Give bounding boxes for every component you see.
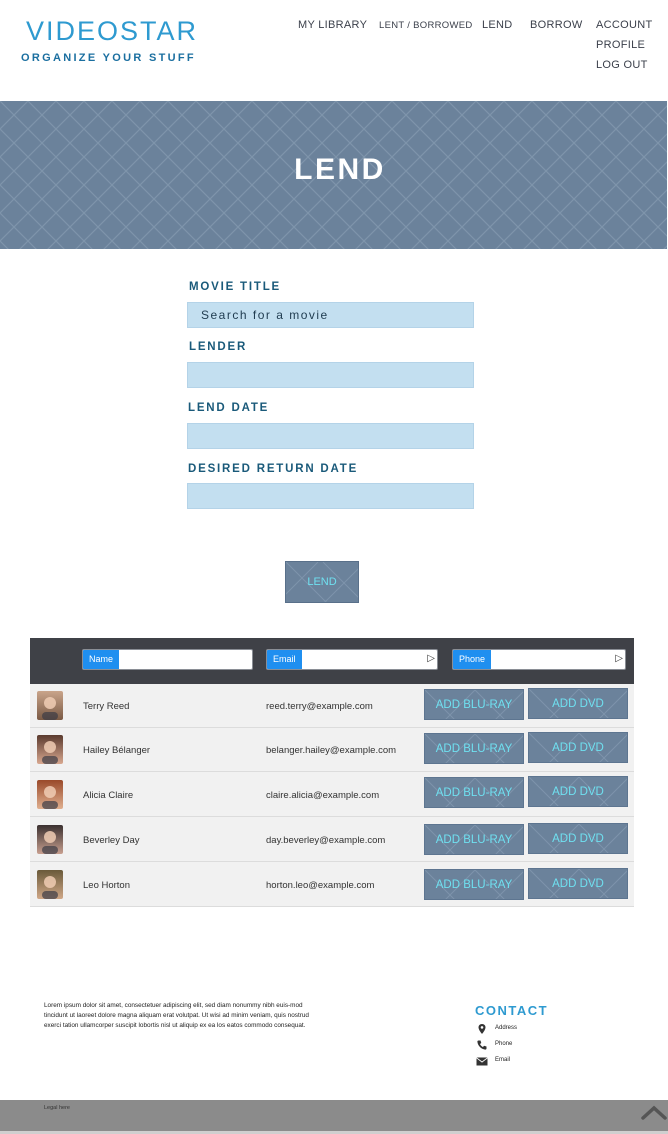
- phone-filter[interactable]: Phone ▷: [452, 649, 626, 670]
- add-dvd-label: ADD DVD: [552, 785, 604, 798]
- add-dvd-button[interactable]: ADD DVD: [528, 688, 628, 719]
- hero-banner: LEND: [0, 101, 667, 249]
- add-blu-ray-label: ADD BLU-RAY: [435, 742, 513, 755]
- add-blu-ray-label: ADD BLU-RAY: [435, 878, 513, 891]
- footer-bar: [0, 1100, 668, 1134]
- name-filter-tag: Name: [83, 650, 120, 669]
- desired-return-date-input[interactable]: [187, 483, 474, 509]
- movie-title-input[interactable]: [187, 302, 474, 328]
- avatar-face: [42, 741, 58, 764]
- lend-date-label: LEND DATE: [188, 402, 270, 414]
- add-blu-ray-button[interactable]: ADD BLU-RAY: [424, 824, 524, 855]
- phone-icon: [477, 1040, 487, 1050]
- map-pin-icon: [478, 1024, 486, 1034]
- add-blu-ray-label: ADD BLU-RAY: [435, 786, 513, 799]
- add-dvd-button[interactable]: ADD DVD: [528, 732, 628, 763]
- site-header: VIDEOSTAR ORGANIZE YOUR STUFF MY LIBRARY…: [0, 0, 668, 100]
- email-filter[interactable]: Email ▷: [266, 649, 438, 670]
- add-blu-ray-button[interactable]: ADD BLU-RAY: [424, 733, 524, 764]
- contact-email: horton.leo@example.com: [266, 880, 375, 891]
- contact-email[interactable]: Email: [495, 1057, 510, 1063]
- lend-submit-label: LEND: [307, 576, 337, 588]
- avatar: [37, 870, 63, 899]
- contact-address[interactable]: Address: [495, 1025, 517, 1031]
- nav-my-library[interactable]: MY LIBRARY: [298, 19, 367, 31]
- nav-log-out[interactable]: LOG OUT: [596, 59, 648, 71]
- add-dvd-button[interactable]: ADD DVD: [528, 823, 628, 854]
- desired-return-date-label: DESIRED RETURN DATE: [188, 463, 359, 475]
- add-blu-ray-button[interactable]: ADD BLU-RAY: [424, 689, 524, 720]
- contact-name: Leo Horton: [83, 880, 131, 891]
- contact-title: CONTACT: [475, 1003, 549, 1018]
- avatar: [37, 691, 63, 720]
- lender-label: LENDER: [189, 341, 248, 353]
- name-filter[interactable]: Name: [82, 649, 253, 670]
- page-title: LEND: [294, 153, 386, 186]
- lend-submit-button[interactable]: LEND: [285, 561, 359, 603]
- nav-borrow[interactable]: BORROW: [530, 19, 583, 31]
- contact-phone[interactable]: Phone: [495, 1041, 512, 1047]
- contact-email: day.beverley@example.com: [266, 835, 386, 846]
- add-blu-ray-label: ADD BLU-RAY: [435, 833, 513, 846]
- avatar-face: [42, 876, 58, 899]
- add-dvd-button[interactable]: ADD DVD: [528, 776, 628, 807]
- avatar: [37, 735, 63, 764]
- contact-email: claire.alicia@example.com: [266, 790, 380, 801]
- nav-profile[interactable]: PROFILE: [596, 39, 645, 51]
- logo-subtitle: ORGANIZE YOUR STUFF: [21, 52, 196, 64]
- mail-icon: [476, 1057, 488, 1066]
- logo-title[interactable]: VIDEOSTAR: [26, 16, 198, 47]
- lend-date-input[interactable]: [187, 423, 474, 449]
- contact-email: belanger.hailey@example.com: [266, 745, 397, 756]
- avatar-face: [42, 831, 58, 854]
- avatar: [37, 780, 63, 809]
- add-blu-ray-button[interactable]: ADD BLU-RAY: [424, 777, 524, 808]
- avatar: [37, 825, 63, 854]
- phone-filter-tag: Phone: [453, 650, 492, 669]
- contact-name: Alicia Claire: [83, 790, 134, 801]
- avatar-face: [42, 786, 58, 809]
- legal-text[interactable]: Legal here: [44, 1105, 70, 1111]
- add-dvd-label: ADD DVD: [552, 832, 604, 845]
- email-filter-caret-icon[interactable]: ▷: [427, 653, 435, 664]
- contact-name: Hailey Bélanger: [83, 745, 151, 756]
- add-blu-ray-label: ADD BLU-RAY: [435, 698, 513, 711]
- footer-description: Lorem ipsum dolor sit amet, consectetuer…: [44, 1002, 309, 1029]
- back-to-top-chevron-icon[interactable]: [640, 1103, 668, 1123]
- add-dvd-label: ADD DVD: [552, 697, 604, 710]
- contacts-table: Name Email ▷ Phone ▷ Terry Reed reed.terr…: [30, 638, 634, 907]
- contact-email: reed.terry@example.com: [266, 701, 373, 712]
- table-header: Name Email ▷ Phone ▷: [30, 638, 634, 684]
- add-dvd-label: ADD DVD: [552, 741, 604, 754]
- nav-lent-borrowed[interactable]: LENT / BORROWED: [379, 20, 473, 31]
- nav-lend[interactable]: LEND: [482, 19, 513, 31]
- movie-title-label: MOVIE TITLE: [189, 281, 281, 293]
- phone-filter-caret-icon[interactable]: ▷: [615, 653, 623, 664]
- add-dvd-label: ADD DVD: [552, 877, 604, 890]
- lender-input[interactable]: [187, 362, 474, 388]
- contact-name: Terry Reed: [83, 701, 130, 712]
- contact-name: Beverley Day: [83, 835, 140, 846]
- add-blu-ray-button[interactable]: ADD BLU-RAY: [424, 869, 524, 900]
- nav-account[interactable]: ACCOUNT: [596, 19, 653, 31]
- email-filter-tag: Email: [267, 650, 302, 669]
- avatar-face: [42, 697, 58, 720]
- add-dvd-button[interactable]: ADD DVD: [528, 868, 628, 899]
